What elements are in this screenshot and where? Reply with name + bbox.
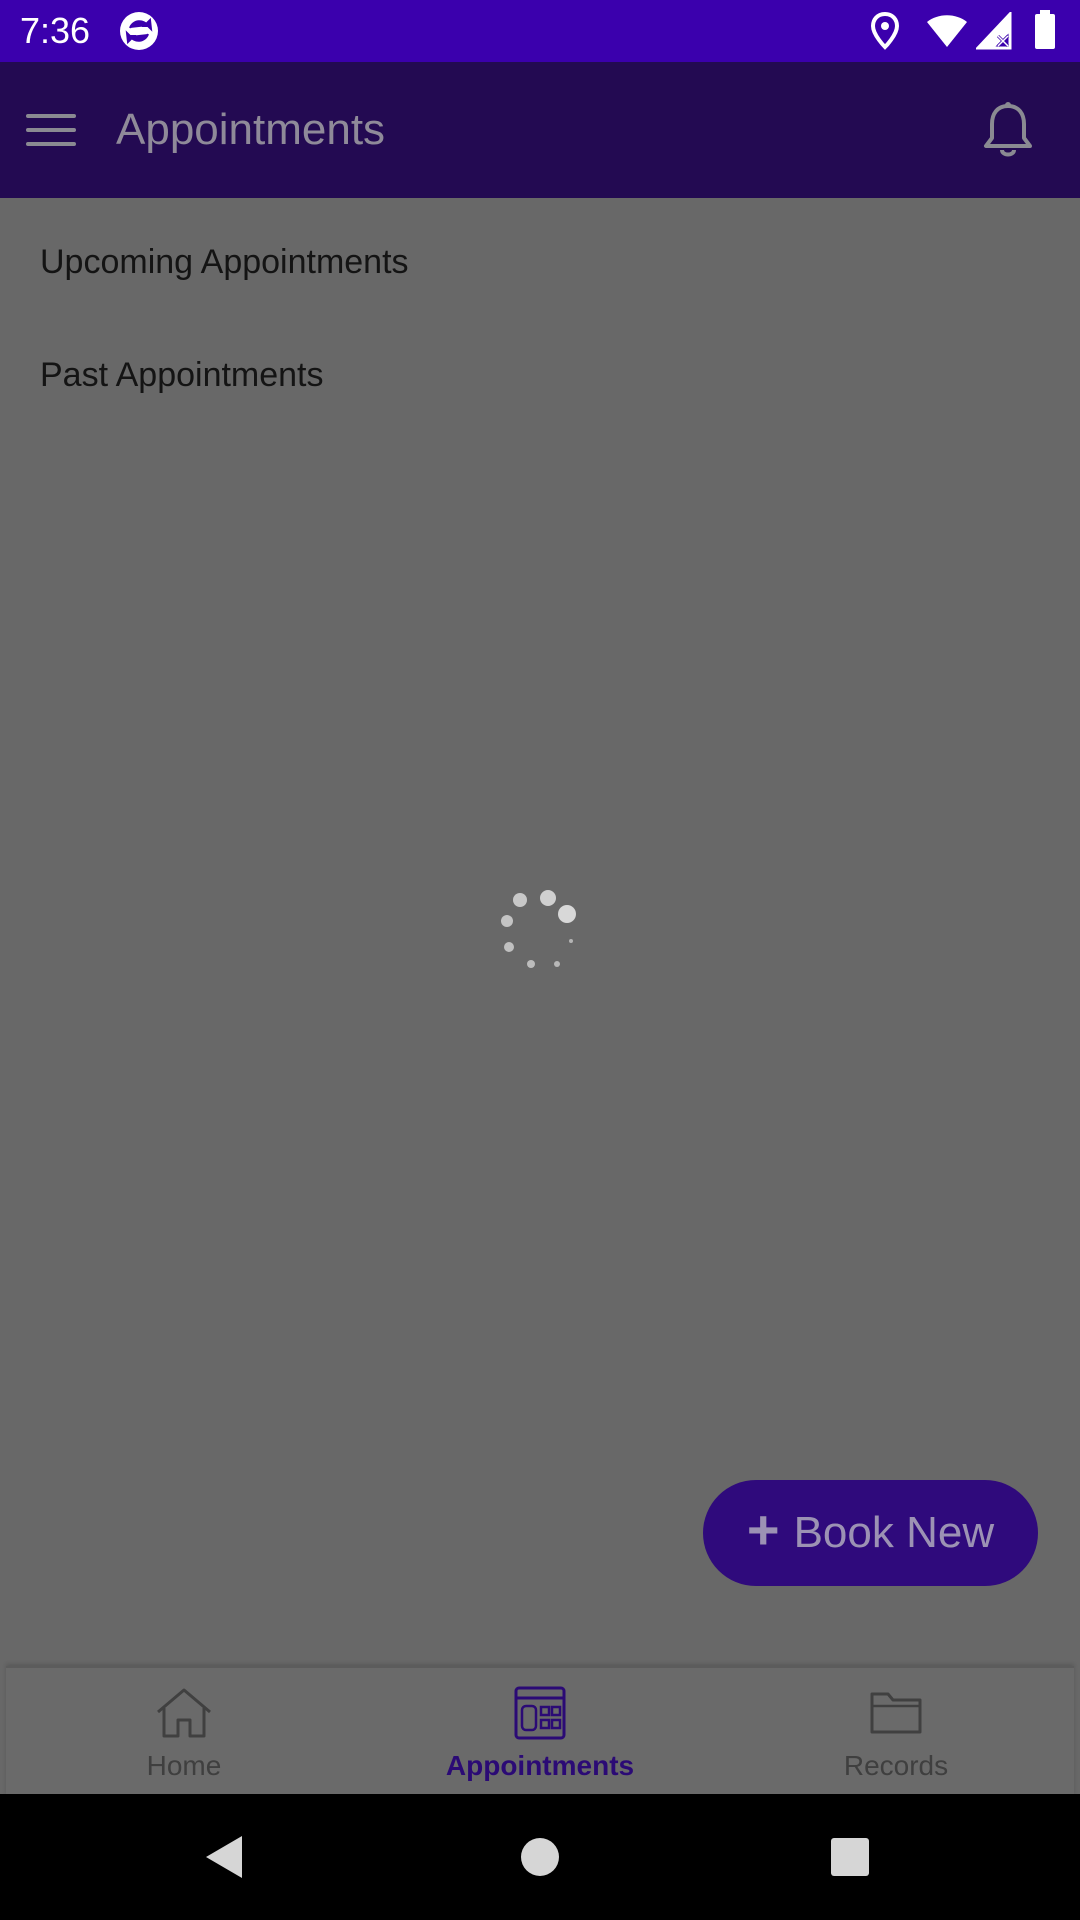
location-icon — [870, 11, 900, 54]
loading-spinner-icon — [495, 885, 585, 975]
upcoming-appointments-item[interactable]: Upcoming Appointments — [40, 240, 409, 284]
status-time: 7:36 — [20, 10, 91, 51]
nav-item-records[interactable]: Records — [718, 1668, 1074, 1796]
book-new-label: Book New — [793, 1508, 995, 1557]
page-title: Appointments — [116, 105, 386, 154]
battery-icon — [1034, 10, 1056, 54]
nav-item-appointments[interactable]: Appointments — [362, 1668, 718, 1796]
past-appointments-item[interactable]: Past Appointments — [40, 353, 324, 397]
status-icons — [866, 10, 1066, 52]
signal-icon — [974, 10, 1012, 54]
status-bar: 7:36 — [0, 0, 1080, 62]
bottom-navigation: Home Appointments Records — [6, 1666, 1074, 1796]
calendar-icon — [510, 1686, 570, 1740]
system-navigation-bar — [0, 1794, 1080, 1920]
screen: 7:36 Appointments Upcoming Appointments … — [0, 0, 1080, 1920]
home-circle-icon[interactable] — [507, 1824, 573, 1890]
home-icon — [154, 1686, 214, 1740]
book-new-button[interactable]: + Book New — [703, 1480, 1038, 1586]
nav-label-appointments: Appointments — [445, 1750, 635, 1781]
wifi-icon — [926, 14, 968, 52]
app-bar: Appointments — [0, 62, 1080, 198]
folder-icon — [866, 1686, 926, 1740]
back-icon[interactable] — [192, 1824, 258, 1890]
nav-label-home: Home — [146, 1750, 222, 1781]
nav-label-records: Records — [843, 1750, 949, 1781]
plus-icon: + — [746, 1497, 780, 1561]
hamburger-menu-icon[interactable] — [22, 102, 82, 158]
recents-icon[interactable] — [817, 1824, 883, 1890]
sync-app-icon — [118, 10, 160, 52]
nav-item-home[interactable]: Home — [6, 1668, 362, 1796]
bell-icon[interactable] — [980, 100, 1036, 160]
